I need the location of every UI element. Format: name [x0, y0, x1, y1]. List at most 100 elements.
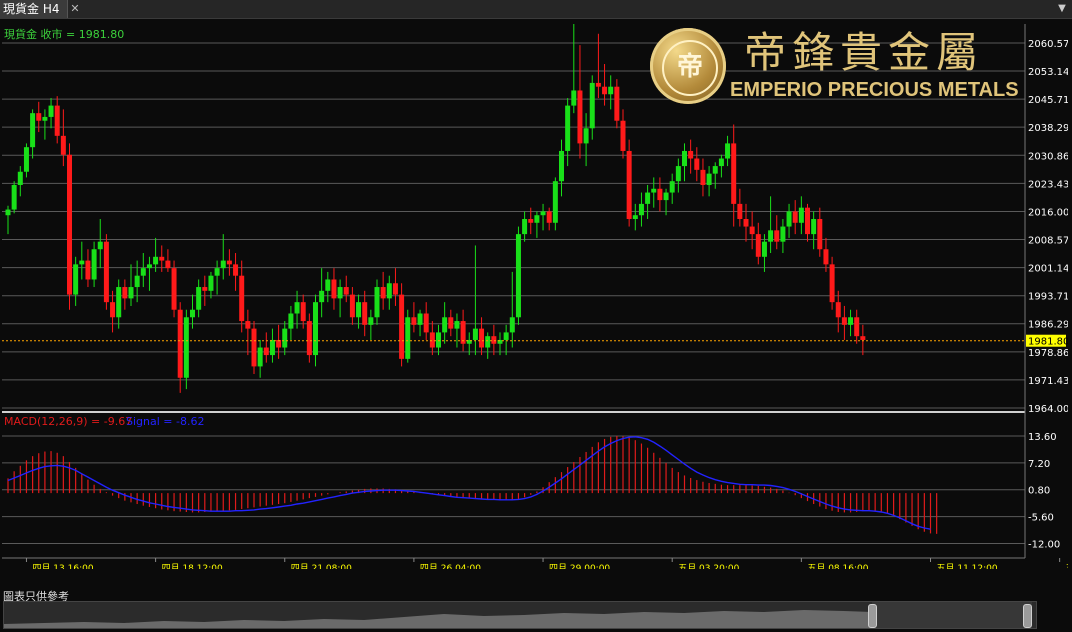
candle-body — [128, 287, 134, 299]
candle — [405, 309, 411, 363]
candle-body — [829, 264, 835, 303]
price-tick-label: 2045.71 — [1028, 95, 1068, 106]
candle-body — [146, 264, 152, 269]
candle-body — [589, 82, 595, 129]
candle-body — [546, 211, 552, 223]
candle-body — [36, 113, 42, 121]
candle-body — [786, 211, 792, 227]
candle-body — [362, 302, 368, 325]
candle-body — [17, 171, 23, 185]
candle-body — [429, 332, 435, 348]
time-tick-label: 四月 29 00:00 — [549, 563, 610, 569]
candle-body — [479, 328, 485, 348]
chevron-down-icon[interactable]: ▼ — [1056, 0, 1068, 18]
candle-body — [436, 332, 441, 348]
candle-body — [423, 313, 429, 333]
price-tick-label: 1964.00 — [1028, 404, 1068, 415]
candle-body — [239, 275, 245, 322]
candle-body — [675, 166, 681, 182]
macd-tick-label: 13.60 — [1028, 432, 1057, 443]
candle-body — [331, 279, 337, 299]
candle-body — [669, 181, 675, 193]
price-tick-label: 1971.43 — [1028, 376, 1068, 387]
candle-body — [534, 215, 540, 223]
candle-body — [559, 150, 564, 182]
candle-body — [608, 86, 614, 95]
candle-body — [583, 128, 589, 144]
chart-tab-label: 現貨金 H4 — [3, 2, 60, 16]
logo-chinese-name: 帝鋒貴金屬 — [744, 28, 985, 77]
candle-body — [848, 317, 854, 325]
candle-body — [257, 347, 263, 367]
candle-body — [805, 207, 810, 235]
candle-body — [749, 226, 755, 235]
candle-body — [190, 309, 195, 318]
candle-body — [85, 260, 91, 280]
logo-emblem-icon: 帝 — [650, 28, 726, 104]
price-tick-label: 2001.14 — [1028, 264, 1068, 275]
candle-body — [491, 336, 497, 344]
candle-body — [325, 279, 331, 291]
candle-body — [343, 287, 349, 295]
signal-label: Signal = -8.62 — [126, 415, 204, 428]
candle-body — [743, 219, 749, 227]
candle-body — [761, 241, 767, 257]
chart-background — [2, 24, 1068, 569]
candle-body — [171, 268, 177, 310]
candle-body — [682, 150, 687, 167]
candle-body — [392, 283, 398, 295]
navigator-right-handle[interactable] — [1023, 604, 1032, 628]
close-icon[interactable]: ✕ — [68, 0, 82, 18]
candle-body — [823, 249, 829, 265]
candle-body — [454, 321, 460, 329]
candle-body — [688, 150, 694, 159]
candle-body — [860, 336, 866, 340]
candle-body — [509, 317, 515, 333]
candle-body — [503, 332, 509, 340]
candle-body — [540, 211, 546, 216]
candle-body — [165, 260, 171, 269]
price-tick-label: 2016.00 — [1028, 207, 1068, 218]
candle-body — [196, 287, 202, 310]
candle-body — [552, 181, 558, 223]
candle-body — [522, 219, 528, 235]
macd-tick-label: -12.00 — [1028, 540, 1060, 551]
candle-body — [73, 264, 79, 295]
candle-body — [122, 287, 128, 299]
candle-body — [663, 192, 669, 201]
chart-tab[interactable]: 現貨金 H4 — [0, 0, 69, 18]
candle-body — [214, 268, 220, 276]
candle-body — [645, 192, 651, 204]
candle-body — [835, 302, 841, 318]
navigator-area — [4, 610, 872, 628]
brand-logo: 帝 帝鋒貴金屬 EMPERIO PRECIOUS METALS — [650, 28, 1022, 104]
time-tick-label: 四月 13 16:00 — [32, 563, 93, 569]
candle-body — [694, 158, 700, 170]
chart-frame: 2060.57 2053.14 2045.71 2038.29 2030.86 2023.… — [2, 22, 1072, 574]
candle-body — [528, 219, 534, 223]
candle-body — [712, 166, 718, 174]
candle-body — [405, 317, 411, 359]
navigator-left-handle[interactable] — [868, 604, 877, 628]
candle-body — [374, 287, 380, 318]
candle-body — [356, 302, 362, 318]
price-tick-label: 1993.71 — [1028, 292, 1068, 303]
candle — [626, 139, 632, 227]
time-tick-label: 四月 21 08:00 — [291, 563, 352, 569]
time-tick-label: 五月 03 20:00 — [678, 563, 739, 569]
candle-body — [380, 287, 386, 299]
candle — [67, 143, 72, 310]
candle-body — [651, 188, 657, 193]
candle-body — [97, 241, 103, 250]
price-tick-label: 2038.29 — [1028, 123, 1068, 134]
price-tick-label: 2053.14 — [1028, 67, 1068, 78]
price-tick-label: 2023.43 — [1028, 179, 1068, 190]
chart-canvas[interactable]: 2060.57 2053.14 2045.71 2038.29 2030.86 2023.… — [2, 22, 1072, 574]
candle-body — [202, 287, 208, 291]
candle — [552, 177, 558, 231]
navigator-window[interactable] — [872, 602, 1032, 628]
chart-navigator[interactable] — [3, 601, 1037, 629]
candle-body — [386, 283, 392, 299]
price-tick-label: 2060.57 — [1028, 39, 1068, 50]
logo-emblem-glyph: 帝 — [662, 40, 718, 96]
